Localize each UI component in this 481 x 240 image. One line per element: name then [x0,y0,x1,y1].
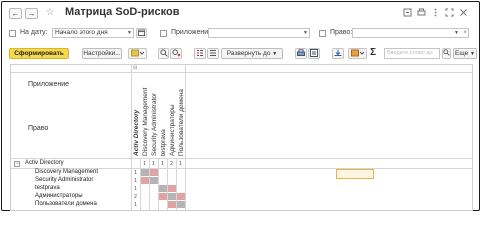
send-dropdown[interactable] [348,48,367,59]
more-button[interactable]: Еще ▼ [453,48,477,59]
print-button-icon[interactable] [295,48,307,59]
column-header: Администраторы [169,104,176,156]
page-title: Матрица SoD-рисков [65,6,180,18]
header-right: Право [28,125,49,132]
row-count: 1 [134,202,137,208]
matrix-cell[interactable] [149,169,158,176]
search-icon[interactable] [442,48,451,59]
right-field[interactable]: ▼ × [352,28,469,38]
matrix-cell[interactable] [140,177,149,184]
search-input[interactable]: Введите слово до [384,48,440,59]
calendar-icon[interactable] [136,28,147,38]
more-icon[interactable] [430,8,440,18]
settings-button[interactable]: Настройки... [82,48,122,59]
ungroup-icon[interactable] [207,48,219,59]
generate-button[interactable]: Сформировать [9,48,69,59]
matrix-cell[interactable] [158,185,167,192]
matrix-cell[interactable] [140,169,149,176]
table-row[interactable]: Администраторы [35,193,83,199]
group-count: 1 [143,161,146,167]
back-button[interactable]: ← [9,8,22,19]
collapse-toggle[interactable]: − [14,161,20,167]
date-label: На дату: [20,29,48,36]
row-count: 1 [134,178,137,184]
print-icon[interactable] [416,8,426,18]
more-label: Еще [455,50,469,57]
variant-dropdown[interactable] [128,48,147,59]
group-row-label: Activ Directory [25,160,64,166]
right-checkbox[interactable] [319,30,326,37]
save-icon[interactable] [332,48,344,59]
chevron-down-icon: ▼ [272,51,278,57]
matrix-cell[interactable] [149,177,158,184]
row-count: 2 [134,194,137,200]
close-icon[interactable] [458,8,468,18]
chevron-down-icon[interactable]: ▼ [127,29,132,37]
row-count: 1 [134,170,137,176]
date-value: Начало этого дня [55,29,108,36]
chevron-down-icon[interactable]: ▼ [303,29,308,37]
search-icon[interactable] [158,48,169,59]
window-frame: ← → ☆ Матрица SoD-рисков На дату: Начало… [1,1,480,211]
matrix-cell[interactable] [167,201,176,208]
search-clear-icon[interactable] [170,48,182,59]
sum-icon[interactable]: Σ [370,47,376,58]
column-header: Activ Directory [133,109,140,156]
header-application: Приложение [28,81,70,88]
group-count: 1 [179,161,182,167]
right-label: Право: [330,29,353,36]
application-field[interactable]: ▼ [208,28,310,38]
expand-icon[interactable] [444,8,454,18]
star-icon[interactable]: ☆ [45,8,55,18]
group-count: 1 [161,161,164,167]
chevron-down-icon: ▼ [470,51,475,57]
column-header: testprava [160,129,167,156]
group-icon[interactable] [194,48,206,59]
matrix-cell[interactable] [167,185,176,192]
matrix-cell[interactable] [167,193,176,200]
date-checkbox[interactable] [9,30,16,37]
column-header: Пользователи домена [178,89,185,156]
row-count: 1 [134,186,137,192]
table-row[interactable]: Security Administrator [35,177,93,183]
group-count: 2 [170,161,173,167]
group-count: 1 [152,161,155,167]
chevron-down-icon[interactable]: ▼ [454,29,459,37]
expand-to-label: Развернуть до [226,50,271,57]
selected-cell[interactable] [336,169,374,179]
column-header: Discovery Management [142,87,149,156]
forward-button[interactable]: → [25,8,38,19]
table-row[interactable]: Пользователи домена [35,201,97,207]
expand-to-button[interactable]: Развернуть до ▼ [221,48,283,59]
matrix-cell[interactable] [176,201,185,208]
preview-icon[interactable] [308,48,320,59]
sod-matrix: ⊟ Приложение Право Activ Directory Disco… [10,64,473,211]
matrix-cell[interactable] [158,193,167,200]
clear-icon[interactable]: × [463,29,467,37]
table-row[interactable]: testprava [35,185,60,191]
matrix-cell[interactable] [176,193,185,200]
application-checkbox[interactable] [160,30,167,37]
table-row[interactable]: Discovery Management [35,169,98,175]
date-field[interactable]: Начало этого дня ▼ [52,28,134,38]
link-icon[interactable] [402,8,412,18]
column-header: Security Administrator [151,92,158,156]
